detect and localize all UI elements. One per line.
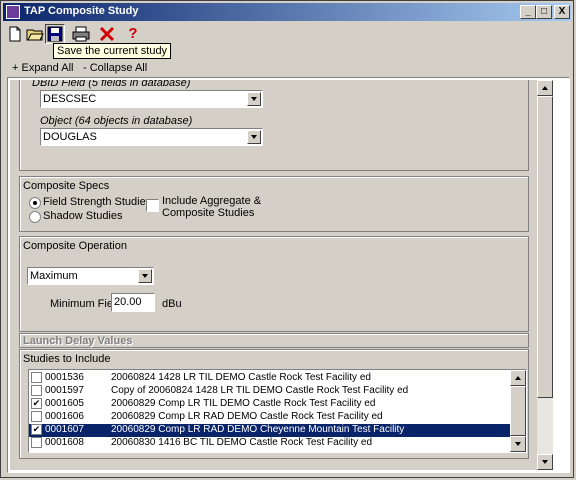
toolbar: ? (3, 23, 571, 45)
study-id: 0001536 (45, 372, 84, 383)
field-strength-radio[interactable] (29, 197, 41, 209)
shadow-label: Shadow Studies (43, 210, 123, 222)
launch-delay-group: Launch Delay Values (19, 333, 529, 348)
studies-scrollbar[interactable] (510, 370, 526, 452)
list-item[interactable]: 0001606 20060829 Comp LR RAD DEMO Castle … (29, 411, 517, 424)
app-icon (6, 5, 20, 19)
database-group: DBID Field (5 fields in database) DESCSE… (19, 80, 529, 171)
study-description: 20060829 Comp LR RAD DEMO Castle Rock Te… (111, 411, 383, 422)
study-description: 20060829 Comp LR RAD DEMO Cheyenne Mount… (111, 424, 405, 435)
study-checkbox[interactable] (31, 411, 42, 422)
chevron-down-icon[interactable] (247, 92, 261, 106)
list-item[interactable]: 0001597 Copy of 20060824 1428 LR TIL DEMO… (29, 385, 517, 398)
studies-list[interactable]: 0001536 20060824 1428 LR TIL DEMO Castle … (28, 369, 527, 453)
new-icon[interactable] (5, 24, 25, 44)
min-field-unit: dBu (162, 298, 182, 310)
window-title: TAP Composite Study (24, 5, 139, 17)
save-icon[interactable] (45, 24, 65, 44)
object-label: Object (64 objects in database) (40, 115, 193, 127)
study-id: 0001605 (45, 398, 84, 409)
scroll-down-icon[interactable] (510, 436, 526, 452)
minimize-button[interactable]: _ (520, 5, 536, 19)
composite-operation-group: Composite Operation Maximum Minimum Fiel… (19, 236, 529, 332)
main-pane: DBID Field (5 fields in database) DESCSE… (7, 77, 570, 473)
main-scroll-thumb[interactable] (537, 96, 553, 398)
shadow-radio[interactable] (29, 211, 41, 223)
study-checkbox[interactable]: ✔ (31, 424, 42, 435)
min-field-input[interactable]: 20.00 (111, 293, 155, 312)
list-item[interactable]: 0001536 20060824 1428 LR TIL DEMO Castle … (29, 372, 517, 385)
expand-all-link[interactable]: + Expand All (12, 62, 73, 74)
list-item[interactable]: 0001608 20060830 1416 BC TIL DEMO Castle … (29, 437, 517, 450)
study-id: 0001607 (45, 424, 84, 435)
chevron-down-icon[interactable] (247, 130, 261, 144)
launch-delay-title: Launch Delay Values (23, 335, 133, 347)
help-icon[interactable]: ? (123, 24, 143, 44)
main-scrollbar[interactable] (537, 80, 553, 470)
composite-specs-group: Composite Specs Field Strength Studies S… (19, 176, 529, 232)
study-id: 0001608 (45, 437, 84, 448)
delete-icon[interactable] (97, 24, 117, 44)
operation-value: Maximum (30, 270, 78, 282)
collapse-all-link[interactable]: - Collapse All (83, 62, 147, 74)
save-tooltip: Save the current study (53, 43, 172, 59)
scroll-thumb[interactable] (510, 386, 526, 436)
study-id: 0001606 (45, 411, 84, 422)
maximize-button[interactable]: □ (536, 5, 552, 19)
main-content: DBID Field (5 fields in database) DESCSE… (10, 80, 538, 470)
include-aggregate-label-1: Include Aggregate & (162, 195, 262, 207)
studies-title: Studies to Include (23, 353, 111, 365)
dbid-field-label: DBID Field (5 fields in database) (32, 80, 191, 89)
title-bar[interactable]: TAP Composite Study _ □ X (3, 3, 571, 21)
study-description: Copy of 20060824 1428 LR TIL DEMO Castle… (111, 385, 409, 396)
study-id: 0001597 (45, 385, 84, 396)
study-checkbox[interactable] (31, 437, 42, 448)
study-description: 20060830 1416 BC TIL DEMO Castle Rock Te… (111, 437, 373, 448)
scroll-up-icon[interactable] (537, 80, 553, 96)
dbid-field-select[interactable]: DESCSEC (40, 90, 263, 108)
chevron-down-icon[interactable] (138, 269, 152, 283)
include-aggregate-label-2: Composite Studies (162, 207, 255, 219)
app-window: TAP Composite Study _ □ X ? Save the cur… (0, 0, 574, 478)
scroll-up-icon[interactable] (510, 370, 526, 386)
print-icon[interactable] (71, 24, 91, 44)
object-value: DOUGLAS (43, 131, 97, 143)
list-item[interactable]: ✔ 0001607 20060829 Comp LR RAD DEMO Cheyen… (29, 424, 517, 437)
composite-operation-title: Composite Operation (23, 240, 127, 252)
field-strength-label: Field Strength Studies (43, 196, 152, 208)
close-button[interactable]: X (554, 5, 570, 19)
object-select[interactable]: DOUGLAS (40, 128, 263, 146)
operation-select[interactable]: Maximum (27, 267, 154, 285)
scroll-down-icon[interactable] (537, 454, 553, 470)
list-item[interactable]: ✔ 0001605 20060829 Comp LR TIL DEMO Castle… (29, 398, 517, 411)
study-checkbox[interactable] (31, 372, 42, 383)
open-icon[interactable] (25, 24, 45, 44)
study-description: 20060824 1428 LR TIL DEMO Castle Rock Te… (111, 372, 371, 383)
study-description: 20060829 Comp LR TIL DEMO Castle Rock Te… (111, 398, 376, 409)
study-checkbox[interactable]: ✔ (31, 398, 42, 409)
composite-specs-title: Composite Specs (23, 180, 110, 192)
studies-group: Studies to Include 0001536 20060824 1428 … (19, 349, 529, 459)
study-checkbox[interactable] (31, 385, 42, 396)
include-aggregate-checkbox[interactable] (146, 199, 159, 212)
dbid-field-value: DESCSEC (43, 93, 97, 105)
